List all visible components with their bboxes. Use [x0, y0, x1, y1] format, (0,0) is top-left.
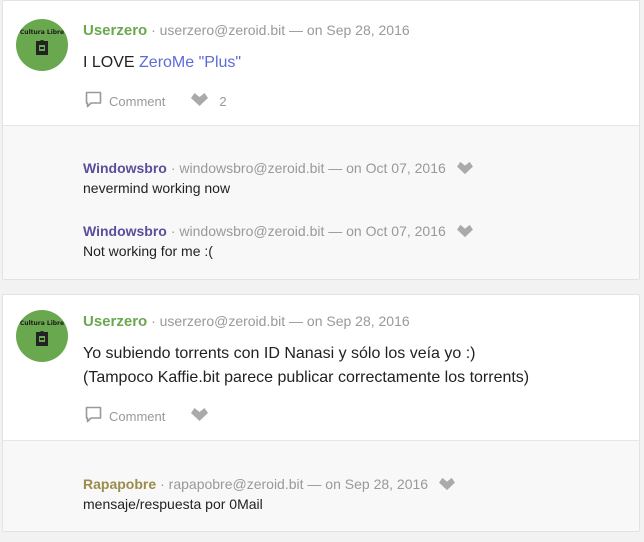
- post: Cultura Libre Userzero · userzero@zeroid…: [3, 1, 639, 125]
- post-body: I LOVE ZeroMe "Plus": [83, 51, 241, 75]
- reply-item: Windowsbro · windowsbro@zeroid.bit — on …: [83, 223, 474, 259]
- post-actions: Comment 2: [85, 91, 227, 111]
- heart-icon[interactable]: [438, 477, 456, 491]
- replies-section: Windowsbro · windowsbro@zeroid.bit — on …: [3, 125, 639, 279]
- post-username[interactable]: Userzero: [83, 313, 147, 330]
- post-body: Yo subiendo torrents con ID Nanasi y sól…: [83, 342, 529, 390]
- reply-meta: · windowsbro@zeroid.bit — on Oct 07, 201…: [170, 160, 446, 176]
- reply-item: Rapapobre · rapapobre@zeroid.bit — on Se…: [83, 476, 456, 512]
- reply-username[interactable]: Windowsbro: [83, 223, 167, 239]
- reply-username[interactable]: Windowsbro: [83, 160, 167, 176]
- post-link[interactable]: ZeroMe "Plus": [139, 54, 241, 71]
- post-username[interactable]: Userzero: [83, 22, 147, 39]
- comment-button[interactable]: Comment: [109, 94, 165, 109]
- reply-meta: · windowsbro@zeroid.bit — on Oct 07, 201…: [170, 223, 446, 239]
- reply-text: mensaje/respuesta por 0Mail: [83, 496, 263, 512]
- reply-username[interactable]: Rapapobre: [83, 476, 156, 492]
- heart-icon[interactable]: [456, 224, 474, 238]
- avatar[interactable]: Cultura Libre: [16, 19, 68, 71]
- comment-icon[interactable]: [85, 406, 102, 426]
- comment-button[interactable]: Comment: [109, 409, 165, 424]
- avatar-label: Cultura Libre: [19, 320, 65, 327]
- like-count: 2: [219, 93, 227, 109]
- post-card: Cultura Libre Userzero · userzero@zeroid…: [2, 0, 640, 280]
- heart-icon[interactable]: [190, 92, 209, 110]
- post-text-line: Yo subiendo torrents con ID Nanasi y sól…: [83, 345, 476, 362]
- post: Cultura Libre Userzero · userzero@zeroid…: [3, 295, 639, 440]
- reply-item: Windowsbro · windowsbro@zeroid.bit — on …: [83, 160, 474, 196]
- reply-meta: · rapapobre@zeroid.bit — on Sep 28, 2016: [160, 476, 429, 492]
- post-text: I LOVE: [83, 54, 140, 71]
- reply-text: Not working for me :(: [83, 243, 213, 259]
- post-actions: Comment: [85, 406, 219, 426]
- post-meta: · userzero@zeroid.bit — on Sep 28, 2016: [151, 313, 410, 329]
- heart-icon[interactable]: [190, 407, 209, 425]
- post-header: Userzero · userzero@zeroid.bit — on Sep …: [83, 313, 410, 330]
- avatar[interactable]: Cultura Libre: [16, 310, 68, 362]
- comment-icon[interactable]: [85, 91, 102, 111]
- post-meta: · userzero@zeroid.bit — on Sep 28, 2016: [151, 22, 410, 38]
- avatar-figure-icon: [36, 40, 48, 55]
- replies-section: Rapapobre · rapapobre@zeroid.bit — on Se…: [3, 440, 639, 531]
- post-card: Cultura Libre Userzero · userzero@zeroid…: [2, 294, 640, 532]
- post-text-line: (Tampoco Kaffie.bit parece publicar corr…: [83, 369, 530, 386]
- post-header: Userzero · userzero@zeroid.bit — on Sep …: [83, 22, 410, 39]
- avatar-label: Cultura Libre: [19, 29, 65, 36]
- avatar-figure-icon: [36, 331, 48, 346]
- heart-icon[interactable]: [456, 161, 474, 175]
- reply-text: nevermind working now: [83, 180, 231, 196]
